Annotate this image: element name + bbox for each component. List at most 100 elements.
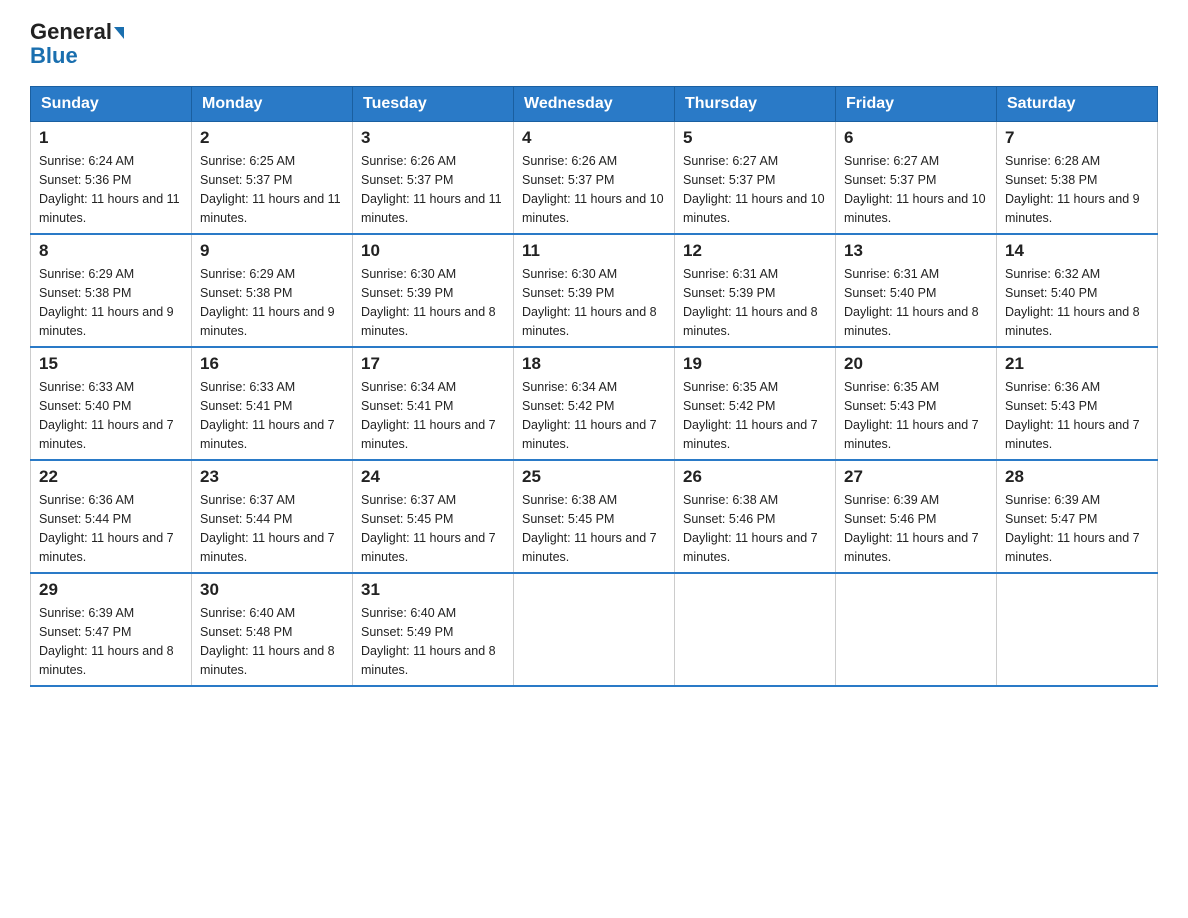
calendar-cell: 22 Sunrise: 6:36 AMSunset: 5:44 PMDayligh… bbox=[31, 460, 192, 573]
calendar-cell: 8 Sunrise: 6:29 AMSunset: 5:38 PMDaylight… bbox=[31, 234, 192, 347]
day-number: 3 bbox=[361, 128, 505, 148]
day-info: Sunrise: 6:38 AMSunset: 5:45 PMDaylight:… bbox=[522, 491, 666, 566]
day-info: Sunrise: 6:25 AMSunset: 5:37 PMDaylight:… bbox=[200, 152, 344, 227]
calendar-cell: 21 Sunrise: 6:36 AMSunset: 5:43 PMDayligh… bbox=[997, 347, 1158, 460]
calendar-header-row: SundayMondayTuesdayWednesdayThursdayFrid… bbox=[31, 87, 1158, 122]
day-number: 23 bbox=[200, 467, 344, 487]
column-header-saturday: Saturday bbox=[997, 87, 1158, 122]
calendar-cell: 11 Sunrise: 6:30 AMSunset: 5:39 PMDayligh… bbox=[514, 234, 675, 347]
day-info: Sunrise: 6:26 AMSunset: 5:37 PMDaylight:… bbox=[361, 152, 505, 227]
logo-blue: Blue bbox=[30, 43, 78, 68]
calendar-cell: 7 Sunrise: 6:28 AMSunset: 5:38 PMDaylight… bbox=[997, 122, 1158, 235]
day-number: 9 bbox=[200, 241, 344, 261]
day-number: 31 bbox=[361, 580, 505, 600]
calendar-cell: 12Sunrise: 6:31 AMSunset: 5:39 PMDayligh… bbox=[675, 234, 836, 347]
day-info: Sunrise: 6:39 AMSunset: 5:47 PMDaylight:… bbox=[39, 604, 183, 679]
calendar-table: SundayMondayTuesdayWednesdayThursdayFrid… bbox=[30, 86, 1158, 687]
day-number: 16 bbox=[200, 354, 344, 374]
day-info: Sunrise: 6:32 AMSunset: 5:40 PMDaylight:… bbox=[1005, 265, 1149, 340]
day-number: 5 bbox=[683, 128, 827, 148]
day-number: 28 bbox=[1005, 467, 1149, 487]
column-header-tuesday: Tuesday bbox=[353, 87, 514, 122]
calendar-cell: 10 Sunrise: 6:30 AMSunset: 5:39 PMDayligh… bbox=[353, 234, 514, 347]
day-info: Sunrise: 6:29 AMSunset: 5:38 PMDaylight:… bbox=[39, 265, 183, 340]
day-number: 7 bbox=[1005, 128, 1149, 148]
calendar-cell bbox=[675, 573, 836, 686]
day-info: Sunrise: 6:40 AMSunset: 5:48 PMDaylight:… bbox=[200, 604, 344, 679]
calendar-cell: 5 Sunrise: 6:27 AMSunset: 5:37 PMDaylight… bbox=[675, 122, 836, 235]
column-header-thursday: Thursday bbox=[675, 87, 836, 122]
calendar-cell: 19Sunrise: 6:35 AMSunset: 5:42 PMDayligh… bbox=[675, 347, 836, 460]
day-info: Sunrise: 6:33 AMSunset: 5:40 PMDaylight:… bbox=[39, 378, 183, 453]
logo-general: General bbox=[30, 19, 112, 44]
day-number: 4 bbox=[522, 128, 666, 148]
day-info: Sunrise: 6:26 AMSunset: 5:37 PMDaylight:… bbox=[522, 152, 666, 227]
day-info: Sunrise: 6:30 AMSunset: 5:39 PMDaylight:… bbox=[361, 265, 505, 340]
calendar-cell: 20 Sunrise: 6:35 AMSunset: 5:43 PMDayligh… bbox=[836, 347, 997, 460]
day-number: 6 bbox=[844, 128, 988, 148]
week-row-3: 15 Sunrise: 6:33 AMSunset: 5:40 PMDayligh… bbox=[31, 347, 1158, 460]
day-number: 21 bbox=[1005, 354, 1149, 374]
day-info: Sunrise: 6:40 AMSunset: 5:49 PMDaylight:… bbox=[361, 604, 505, 679]
column-header-monday: Monday bbox=[192, 87, 353, 122]
calendar-cell: 13 Sunrise: 6:31 AMSunset: 5:40 PMDayligh… bbox=[836, 234, 997, 347]
day-number: 20 bbox=[844, 354, 988, 374]
day-info: Sunrise: 6:38 AMSunset: 5:46 PMDaylight:… bbox=[683, 491, 827, 566]
day-info: Sunrise: 6:31 AMSunset: 5:39 PMDaylight:… bbox=[683, 265, 827, 340]
day-number: 11 bbox=[522, 241, 666, 261]
calendar-cell: 31 Sunrise: 6:40 AMSunset: 5:49 PMDayligh… bbox=[353, 573, 514, 686]
calendar-cell: 28Sunrise: 6:39 AMSunset: 5:47 PMDayligh… bbox=[997, 460, 1158, 573]
column-header-sunday: Sunday bbox=[31, 87, 192, 122]
calendar-cell: 6 Sunrise: 6:27 AMSunset: 5:37 PMDaylight… bbox=[836, 122, 997, 235]
day-info: Sunrise: 6:24 AMSunset: 5:36 PMDaylight:… bbox=[39, 152, 183, 227]
calendar-cell: 3 Sunrise: 6:26 AMSunset: 5:37 PMDaylight… bbox=[353, 122, 514, 235]
day-number: 19 bbox=[683, 354, 827, 374]
day-info: Sunrise: 6:36 AMSunset: 5:44 PMDaylight:… bbox=[39, 491, 183, 566]
day-info: Sunrise: 6:36 AMSunset: 5:43 PMDaylight:… bbox=[1005, 378, 1149, 453]
calendar-cell: 23 Sunrise: 6:37 AMSunset: 5:44 PMDayligh… bbox=[192, 460, 353, 573]
column-header-wednesday: Wednesday bbox=[514, 87, 675, 122]
day-number: 22 bbox=[39, 467, 183, 487]
calendar-cell bbox=[514, 573, 675, 686]
day-number: 17 bbox=[361, 354, 505, 374]
day-number: 25 bbox=[522, 467, 666, 487]
day-info: Sunrise: 6:39 AMSunset: 5:46 PMDaylight:… bbox=[844, 491, 988, 566]
week-row-1: 1Sunrise: 6:24 AMSunset: 5:36 PMDaylight… bbox=[31, 122, 1158, 235]
day-number: 2 bbox=[200, 128, 344, 148]
day-info: Sunrise: 6:33 AMSunset: 5:41 PMDaylight:… bbox=[200, 378, 344, 453]
week-row-2: 8 Sunrise: 6:29 AMSunset: 5:38 PMDaylight… bbox=[31, 234, 1158, 347]
calendar-cell: 9Sunrise: 6:29 AMSunset: 5:38 PMDaylight… bbox=[192, 234, 353, 347]
column-header-friday: Friday bbox=[836, 87, 997, 122]
calendar-cell: 15 Sunrise: 6:33 AMSunset: 5:40 PMDayligh… bbox=[31, 347, 192, 460]
day-number: 29 bbox=[39, 580, 183, 600]
week-row-4: 22 Sunrise: 6:36 AMSunset: 5:44 PMDayligh… bbox=[31, 460, 1158, 573]
calendar-cell: 27Sunrise: 6:39 AMSunset: 5:46 PMDayligh… bbox=[836, 460, 997, 573]
day-number: 14 bbox=[1005, 241, 1149, 261]
day-number: 13 bbox=[844, 241, 988, 261]
calendar-cell: 17 Sunrise: 6:34 AMSunset: 5:41 PMDayligh… bbox=[353, 347, 514, 460]
day-info: Sunrise: 6:35 AMSunset: 5:43 PMDaylight:… bbox=[844, 378, 988, 453]
day-number: 26 bbox=[683, 467, 827, 487]
day-info: Sunrise: 6:34 AMSunset: 5:41 PMDaylight:… bbox=[361, 378, 505, 453]
logo-triangle-icon bbox=[114, 27, 124, 39]
day-info: Sunrise: 6:28 AMSunset: 5:38 PMDaylight:… bbox=[1005, 152, 1149, 227]
page-header: General Blue bbox=[30, 20, 1158, 68]
day-info: Sunrise: 6:31 AMSunset: 5:40 PMDaylight:… bbox=[844, 265, 988, 340]
day-info: Sunrise: 6:37 AMSunset: 5:44 PMDaylight:… bbox=[200, 491, 344, 566]
day-number: 8 bbox=[39, 241, 183, 261]
day-number: 10 bbox=[361, 241, 505, 261]
calendar-cell: 26 Sunrise: 6:38 AMSunset: 5:46 PMDayligh… bbox=[675, 460, 836, 573]
day-number: 24 bbox=[361, 467, 505, 487]
day-info: Sunrise: 6:27 AMSunset: 5:37 PMDaylight:… bbox=[683, 152, 827, 227]
calendar-cell: 25 Sunrise: 6:38 AMSunset: 5:45 PMDayligh… bbox=[514, 460, 675, 573]
calendar-cell: 24Sunrise: 6:37 AMSunset: 5:45 PMDayligh… bbox=[353, 460, 514, 573]
week-row-5: 29 Sunrise: 6:39 AMSunset: 5:47 PMDayligh… bbox=[31, 573, 1158, 686]
calendar-cell bbox=[836, 573, 997, 686]
day-info: Sunrise: 6:27 AMSunset: 5:37 PMDaylight:… bbox=[844, 152, 988, 227]
day-info: Sunrise: 6:30 AMSunset: 5:39 PMDaylight:… bbox=[522, 265, 666, 340]
calendar-cell: 16 Sunrise: 6:33 AMSunset: 5:41 PMDayligh… bbox=[192, 347, 353, 460]
day-number: 15 bbox=[39, 354, 183, 374]
calendar-cell bbox=[997, 573, 1158, 686]
logo-text: General Blue bbox=[30, 20, 124, 68]
calendar-cell: 14 Sunrise: 6:32 AMSunset: 5:40 PMDayligh… bbox=[997, 234, 1158, 347]
